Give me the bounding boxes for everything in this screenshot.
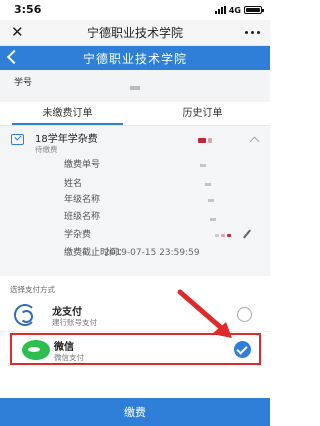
battery-icon <box>244 6 264 14</box>
status-indicators: 4G <box>214 5 264 15</box>
fee-value-redacted <box>215 234 231 237</box>
window-titlebar: ✕ 宁德职业技术学院 <box>0 20 270 46</box>
student-id-label: 学号 <box>14 78 33 88</box>
order-status: 待缴费 <box>35 145 58 154</box>
wechat-icon <box>22 340 50 360</box>
payment-section-label: 选择支付方式 <box>10 285 55 294</box>
order-tabs: 未缴费订单 历史订单 <box>0 105 270 125</box>
order-card: 18学年学杂费 待缴费 缴费单号 姓名 年级名称 班级名称 学杂费 缴费截止时间… <box>0 126 270 276</box>
deadline-value: 2019-07-15 23:59:59 <box>104 248 200 258</box>
grade-value-redacted <box>208 199 214 202</box>
class-value-redacted <box>210 218 216 221</box>
tab-unpaid-orders[interactable]: 未缴费订单 <box>0 105 135 125</box>
back-icon[interactable] <box>6 49 22 65</box>
more-icon[interactable] <box>245 31 260 34</box>
page-title: 宁德职业技术学院 <box>82 51 187 66</box>
pay-button[interactable]: 缴费 <box>0 398 270 426</box>
payment-sub: 微信支付 <box>54 353 84 362</box>
network-type: 4G <box>228 5 241 15</box>
name-label: 姓名 <box>64 179 83 189</box>
nav-bar: 宁德职业技术学院 <box>0 46 270 70</box>
order-title: 18学年学杂费 <box>35 134 98 145</box>
fee-label: 学杂费 <box>64 230 92 240</box>
payment-name: 微信 <box>54 342 74 353</box>
signal-icon <box>214 6 226 14</box>
amount-redacted-2 <box>208 138 212 143</box>
checkbox-icon[interactable] <box>11 134 24 145</box>
longpay-icon <box>14 304 36 326</box>
name-value-redacted <box>205 183 211 186</box>
edit-icon[interactable] <box>243 229 251 239</box>
window-title: 宁德职业技术学院 <box>86 26 183 40</box>
student-id-value-redacted <box>130 86 140 90</box>
tab-history-orders[interactable]: 历史订单 <box>135 105 270 125</box>
grade-label: 年级名称 <box>64 195 101 205</box>
status-time: 3:56 <box>14 3 42 16</box>
arrow-annotation-icon <box>177 289 232 338</box>
bill-no-label: 缴费单号 <box>64 160 101 170</box>
amount-redacted <box>198 138 206 143</box>
payment-name: 龙支付 <box>52 307 82 318</box>
bill-no-value-redacted <box>200 164 206 167</box>
chevron-up-icon[interactable] <box>249 136 260 147</box>
class-label: 班级名称 <box>64 212 101 222</box>
student-id-row: 学号 <box>0 70 270 102</box>
close-icon[interactable]: ✕ <box>11 23 24 41</box>
payment-sub: 建行账号支付 <box>52 318 97 327</box>
status-bar: 3:56 4G <box>0 0 270 20</box>
